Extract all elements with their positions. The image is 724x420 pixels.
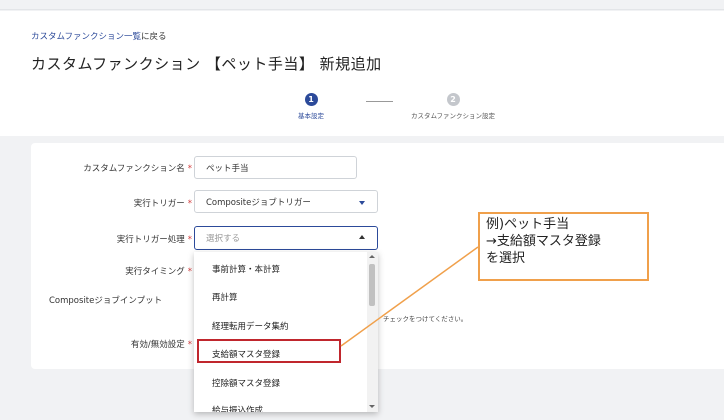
callout-line: を選択 xyxy=(486,251,526,266)
annotation-callout: 例)ペット手当 →支給額マスタ登録 を選択 xyxy=(478,212,649,281)
callout-line: 例)ペット手当 xyxy=(486,217,570,232)
callout-line: →支給額マスタ登録 xyxy=(486,234,601,249)
callout-connector xyxy=(340,246,479,347)
